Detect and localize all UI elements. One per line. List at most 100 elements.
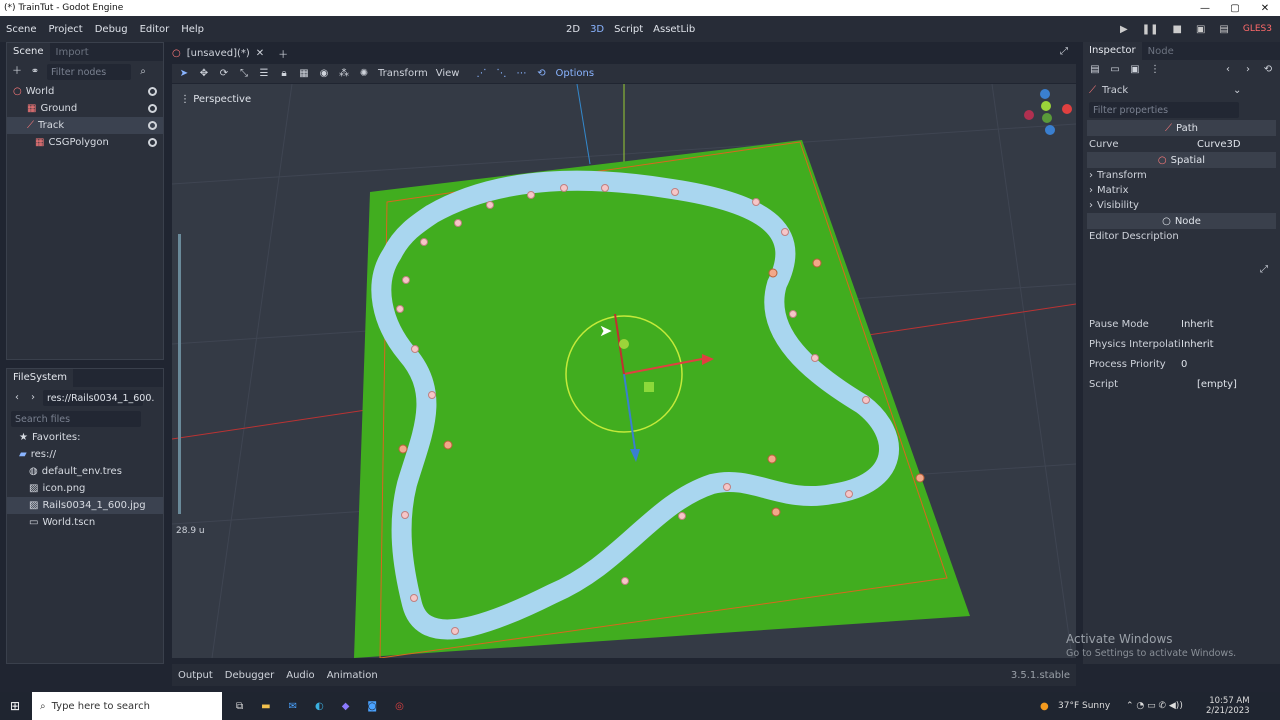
view-menu[interactable]: View <box>436 68 460 79</box>
back-icon[interactable]: ‹ <box>11 392 23 404</box>
mode-2d[interactable]: 2D <box>566 24 580 35</box>
stop-icon[interactable]: ■ <box>1173 24 1182 35</box>
menu-debug[interactable]: Debug <box>89 24 134 35</box>
path-point-delete-icon[interactable]: ⋯ <box>515 68 527 80</box>
select-tool-icon[interactable]: ➤ <box>178 68 190 80</box>
view-orientation-gizmo[interactable] <box>1024 89 1072 135</box>
menu-help[interactable]: Help <box>175 24 210 35</box>
prop-physics-interpolation[interactable]: Physics Interpolati Inherit <box>1083 334 1280 354</box>
lock-icon[interactable]: 🔒︎ <box>278 68 290 80</box>
prop-process-priority[interactable]: Process Priority 0 <box>1083 354 1280 374</box>
history-icon[interactable]: ⟲ <box>1262 64 1274 76</box>
tree-item-track[interactable]: ⟋ Track <box>7 117 163 134</box>
prop-script[interactable]: Script [empty] <box>1083 374 1280 394</box>
snap-icon[interactable]: ⁂ <box>338 68 350 80</box>
local-space-icon[interactable]: ◉ <box>318 68 330 80</box>
visibility-eye-icon[interactable] <box>148 87 157 96</box>
tab-scene[interactable]: Scene <box>7 43 50 61</box>
filter-nodes-input[interactable]: Filter nodes <box>47 64 131 80</box>
tree-item-ground[interactable]: ▦ Ground <box>7 100 163 117</box>
add-node-icon[interactable]: ＋ <box>11 66 23 78</box>
tray-icons[interactable]: ⌃ ◔ ▭ ✆ ◀)) <box>1126 701 1183 711</box>
tab-node[interactable]: Node <box>1142 46 1180 57</box>
windows-start-icon[interactable]: ⊞ <box>10 699 20 713</box>
file-item[interactable]: ◍ default_env.tres <box>7 463 163 480</box>
mode-assetlib[interactable]: AssetLib <box>653 24 695 35</box>
tab-audio[interactable]: Audio <box>286 670 314 681</box>
curve-field[interactable]: Curve3D <box>1197 139 1241 150</box>
pivot-icon[interactable]: ✺ <box>358 68 370 80</box>
visibility-eye-icon[interactable] <box>148 104 157 113</box>
clock[interactable]: 10:57 AM 2/21/2023 <box>1206 696 1250 716</box>
perspective-menu[interactable]: ⋮ Perspective <box>180 94 251 105</box>
edge-icon[interactable]: ◐ <box>315 701 324 712</box>
play-scene-icon[interactable]: ▣ <box>1196 24 1205 35</box>
3d-viewport[interactable]: ⋮ Perspective 28.9 u ➤ <box>172 84 1076 658</box>
move-y-handle[interactable] <box>619 339 629 349</box>
tab-inspector[interactable]: Inspector <box>1083 42 1142 60</box>
visibility-eye-icon[interactable] <box>148 138 157 147</box>
open-icon[interactable]: ▭ <box>1109 64 1121 76</box>
rotate-tool-icon[interactable]: ⟳ <box>218 68 230 80</box>
menu-editor[interactable]: Editor <box>134 24 176 35</box>
tree-item-world[interactable]: ○ World <box>7 83 163 100</box>
play-icon[interactable]: ▶ <box>1120 24 1128 35</box>
maximize-button[interactable]: ▢ <box>1220 3 1250 14</box>
close-button[interactable]: ✕ <box>1250 3 1280 14</box>
forward-icon[interactable]: › <box>27 392 39 404</box>
link-icon[interactable]: ⚭ <box>29 66 41 78</box>
play-custom-icon[interactable]: ▤ <box>1219 24 1228 35</box>
section-node[interactable]: ○ Node <box>1087 213 1276 229</box>
mail-icon[interactable]: ✉ <box>289 701 297 712</box>
group-transform[interactable]: › Transform <box>1083 168 1280 183</box>
file-item[interactable]: ▨ icon.png <box>7 480 163 497</box>
file-item[interactable]: ▭ World.tscn <box>7 514 163 531</box>
file-item[interactable]: ▨ Rails0034_1_600.jpg <box>7 497 163 514</box>
res-root[interactable]: ▰ res:// <box>7 446 163 463</box>
scene-tab[interactable]: [unsaved](*) <box>187 48 250 59</box>
history-forward-icon[interactable]: › <box>1242 64 1254 76</box>
tab-debugger[interactable]: Debugger <box>225 670 275 681</box>
expand-icon[interactable]: ⤢ <box>1260 264 1268 275</box>
new-resource-icon[interactable]: ▤ <box>1089 64 1101 76</box>
filter-properties-input[interactable]: Filter properties <box>1089 102 1239 118</box>
menu-project[interactable]: Project <box>43 24 89 35</box>
recorder-icon[interactable]: ◎ <box>395 701 404 712</box>
search-files-input[interactable]: Search files <box>11 411 141 427</box>
move-tool-icon[interactable]: ✥ <box>198 68 210 80</box>
section-spatial[interactable]: ○ Spatial <box>1087 152 1276 168</box>
zoom-slider[interactable] <box>178 234 181 514</box>
save-icon[interactable]: ▣ <box>1129 64 1141 76</box>
renderer-select[interactable]: GLES3 <box>1243 24 1272 34</box>
tab-output[interactable]: Output <box>178 670 213 681</box>
tab-import[interactable]: Import <box>50 47 95 58</box>
section-path[interactable]: ⟋ Path <box>1087 120 1276 136</box>
group-visibility[interactable]: › Visibility <box>1083 198 1280 213</box>
options-menu[interactable]: Options <box>555 68 594 79</box>
taskbar-search[interactable]: ⌕ Type here to search <box>32 692 222 720</box>
favorites[interactable]: ★ Favorites: <box>7 429 163 446</box>
history-back-icon[interactable]: ‹ <box>1222 64 1234 76</box>
path-field[interactable]: res://Rails0034_1_600. <box>43 390 154 406</box>
godot-icon[interactable]: ◙ <box>367 701 377 712</box>
distraction-free-icon[interactable]: ⤢ <box>1060 46 1068 57</box>
visibility-eye-icon[interactable] <box>148 121 157 130</box>
app-icon[interactable]: ◆ <box>342 701 350 712</box>
minimize-button[interactable]: — <box>1190 3 1220 14</box>
mode-3d[interactable]: 3D <box>590 24 604 35</box>
tree-item-csgpolygon[interactable]: ▦ CSGPolygon <box>7 134 163 151</box>
node-selector[interactable]: ⟋ Track ⌄ <box>1083 80 1280 100</box>
task-view-icon[interactable]: ⧉ <box>236 701 243 712</box>
path-close-icon[interactable]: ⟲ <box>535 68 547 80</box>
group-icon[interactable]: ▦ <box>298 68 310 80</box>
mode-script[interactable]: Script <box>614 24 643 35</box>
add-tab-icon[interactable]: ＋ <box>278 46 288 61</box>
path-point-add-icon[interactable]: ⋰ <box>475 68 487 80</box>
plane-handle[interactable] <box>644 382 654 392</box>
list-select-icon[interactable]: ☰ <box>258 68 270 80</box>
prop-pause-mode[interactable]: Pause Mode Inherit <box>1083 314 1280 334</box>
pause-icon[interactable]: ❚❚ <box>1142 24 1159 35</box>
close-tab-icon[interactable]: ✕ <box>256 48 264 59</box>
path-point-edit-icon[interactable]: ⋱ <box>495 68 507 80</box>
group-matrix[interactable]: › Matrix <box>1083 183 1280 198</box>
